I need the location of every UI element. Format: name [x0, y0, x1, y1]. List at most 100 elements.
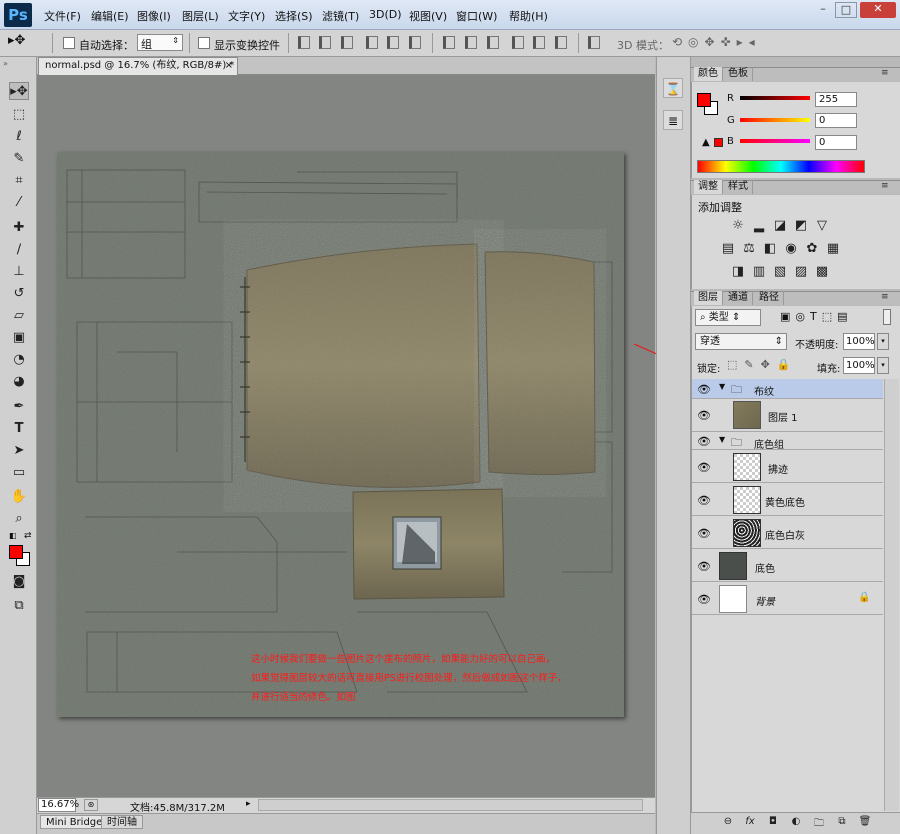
color-panel-foreground-swatch[interactable] — [697, 93, 711, 107]
panel-menu-icon[interactable]: ≡ — [881, 292, 889, 302]
healing-brush-tool-icon[interactable]: ✚ — [9, 219, 29, 237]
invert-icon[interactable]: ◨ — [731, 265, 745, 279]
distribute-bottom-icon[interactable] — [487, 36, 499, 49]
color-balance-icon[interactable]: ⚖ — [742, 242, 756, 256]
move-tool-icon[interactable]: ▸✥ — [9, 82, 29, 100]
blur-tool-icon[interactable]: ◔ — [9, 351, 29, 369]
lasso-tool-icon[interactable]: ℓ — [9, 128, 29, 146]
menu-select[interactable]: 选择(S) — [275, 8, 313, 24]
distribute-top-icon[interactable] — [443, 36, 455, 49]
3d-mode-icons[interactable]: ⟲◎✥✜▸◂ — [672, 35, 761, 49]
visibility-eye-icon[interactable]: 👁 — [697, 593, 711, 606]
tab-swatches[interactable]: 色板 — [724, 67, 753, 81]
close-icon[interactable]: × — [225, 58, 233, 74]
pen-tool-icon[interactable]: ✒ — [9, 398, 29, 416]
tab-channels[interactable]: 通道 — [724, 291, 753, 305]
fill-input[interactable]: 100% — [843, 357, 875, 374]
menu-view[interactable]: 视图(V) — [409, 8, 447, 24]
opacity-slider-toggle[interactable]: ▾ — [877, 333, 889, 350]
vibrance-icon[interactable]: ▽ — [815, 219, 829, 233]
eraser-tool-icon[interactable]: ▱ — [9, 307, 29, 325]
dodge-tool-icon[interactable]: ◕ — [9, 373, 29, 391]
photo-filter-icon[interactable]: ◉ — [784, 242, 798, 256]
gamut-warning-icon[interactable]: ▲ — [702, 137, 710, 148]
history-brush-tool-icon[interactable]: ↺ — [9, 285, 29, 303]
menu-filter[interactable]: 滤镜(T) — [322, 8, 359, 24]
hue-saturation-icon[interactable]: ▤ — [721, 242, 735, 256]
distribute-right-icon[interactable] — [555, 36, 567, 49]
new-layer-icon[interactable]: ⧉ — [835, 816, 849, 827]
align-top-icon[interactable] — [298, 36, 310, 49]
align-hcenter-icon[interactable] — [387, 36, 399, 49]
channel-g-slider[interactable] — [740, 118, 810, 122]
channel-b-slider[interactable] — [740, 139, 810, 143]
layer-mask-icon[interactable]: ◘ — [766, 816, 780, 827]
minimize-button[interactable]: – — [812, 2, 834, 18]
swap-colors-icon[interactable]: ⇄ — [24, 531, 32, 541]
status-menu-arrow-icon[interactable]: ▸ — [246, 799, 251, 809]
threshold-icon[interactable]: ▧ — [773, 265, 787, 279]
channel-mixer-icon[interactable]: ✿ — [805, 242, 819, 256]
posterize-icon[interactable]: ▥ — [752, 265, 766, 279]
visibility-eye-icon[interactable]: 👁 — [697, 527, 711, 540]
foreground-color-swatch[interactable] — [9, 545, 23, 559]
properties-panel-icon[interactable]: ≣ — [663, 110, 683, 130]
curves-icon[interactable]: ◪ — [773, 219, 787, 233]
brush-tool-icon[interactable]: ∕ — [9, 241, 29, 259]
zoom-field[interactable]: 16.67% — [38, 798, 79, 812]
new-group-icon[interactable]: 🗀 — [812, 816, 826, 833]
tab-mini-bridge[interactable]: Mini Bridge — [40, 815, 109, 829]
gamut-color-swatch[interactable] — [714, 138, 723, 147]
screen-mode-icon[interactable]: ⧉ — [9, 597, 29, 615]
exposure-icon[interactable]: ◩ — [794, 219, 808, 233]
levels-icon[interactable]: ▂ — [752, 219, 766, 233]
type-tool-icon[interactable]: T — [9, 420, 29, 438]
adjustment-layer-icon[interactable]: ◐ — [789, 816, 803, 827]
brightness-contrast-icon[interactable]: ☼ — [731, 219, 745, 233]
visibility-eye-icon[interactable]: 👁 — [697, 494, 711, 507]
panel-collapse-icon[interactable]: » — [3, 59, 8, 68]
menu-help[interactable]: 帮助(H) — [509, 8, 548, 24]
layer-filter-icons[interactable]: ▣◎T⬚▤ — [780, 310, 853, 323]
channel-r-slider[interactable] — [740, 96, 810, 100]
visibility-eye-icon[interactable]: 👁 — [697, 560, 711, 573]
eyedropper-tool-icon[interactable]: ⁄ — [9, 194, 29, 212]
color-lookup-icon[interactable]: ▦ — [826, 242, 840, 256]
crop-tool-icon[interactable]: ⌗ — [9, 172, 29, 190]
visibility-eye-icon[interactable]: 👁 — [697, 383, 711, 396]
channel-g-input[interactable]: 0 — [815, 113, 857, 128]
channel-b-input[interactable]: 0 — [815, 135, 857, 150]
status-options-icon[interactable]: ⊛ — [84, 799, 98, 811]
history-panel-icon[interactable]: ⌛ — [663, 78, 683, 98]
group-expand-triangle-icon[interactable]: ▼ — [719, 382, 725, 391]
menu-3d[interactable]: 3D(D) — [369, 8, 402, 21]
marquee-tool-icon[interactable]: ⬚ — [9, 106, 29, 124]
path-selection-tool-icon[interactable]: ➤ — [9, 442, 29, 460]
rectangle-tool-icon[interactable]: ▭ — [9, 464, 29, 482]
align-right-icon[interactable] — [409, 36, 421, 49]
opacity-input[interactable]: 100% — [843, 333, 875, 350]
gradient-tool-icon[interactable]: ▣ — [9, 329, 29, 347]
distribute-hcenter-icon[interactable] — [533, 36, 545, 49]
default-colors-icon[interactable]: ◧ — [9, 531, 17, 540]
channel-r-input[interactable]: 255 — [815, 92, 857, 107]
selective-color-icon[interactable]: ▨ — [794, 265, 808, 279]
maximize-button[interactable]: □ — [835, 2, 857, 18]
menu-type[interactable]: 文字(Y) — [228, 8, 265, 24]
blend-mode-dropdown[interactable]: 穿透 ⇕ — [695, 333, 787, 350]
panel-menu-icon[interactable]: ≡ — [881, 68, 889, 78]
fill-slider-toggle[interactable]: ▾ — [877, 357, 889, 374]
panel-menu-icon[interactable]: ≡ — [881, 181, 889, 191]
tab-paths[interactable]: 路径 — [755, 291, 784, 305]
visibility-eye-icon[interactable]: 👁 — [697, 435, 711, 448]
align-vcenter-icon[interactable] — [319, 36, 331, 49]
gradient-map-icon[interactable]: ▩ — [815, 265, 829, 279]
show-transform-checkbox[interactable] — [198, 37, 210, 49]
filter-toggle[interactable] — [883, 309, 891, 325]
tab-layers[interactable]: 图层 — [694, 291, 723, 305]
tab-color[interactable]: 颜色 — [694, 67, 723, 81]
color-spectrum-ramp[interactable] — [697, 160, 865, 173]
tab-styles[interactable]: 样式 — [724, 180, 753, 194]
menu-edit[interactable]: 编辑(E) — [91, 8, 129, 24]
align-left-icon[interactable] — [366, 36, 378, 49]
